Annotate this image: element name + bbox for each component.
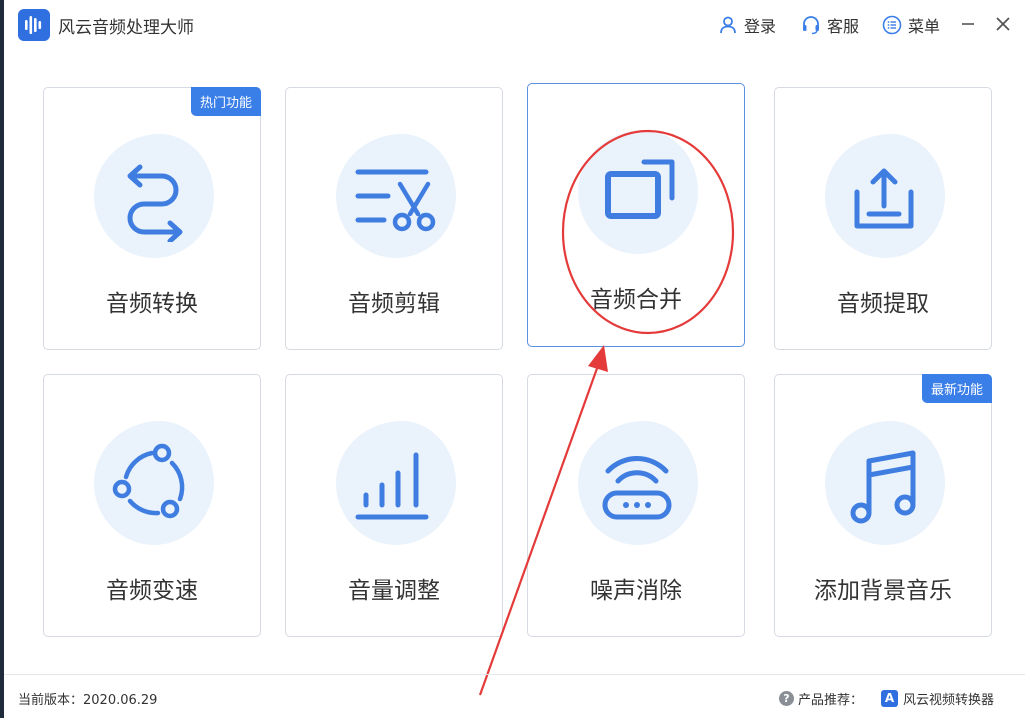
card-volume-adjust[interactable]: 音量调整 — [285, 374, 503, 637]
menu-label: 菜单 — [908, 17, 941, 36]
app-logo-icon — [18, 9, 50, 41]
card-noise-removal[interactable]: 噪声消除 — [527, 374, 745, 637]
card-add-bg-music[interactable]: 添加背景音乐 最新功能 — [774, 374, 992, 637]
close-icon — [996, 17, 1010, 31]
card-audio-extract[interactable]: 音频提取 — [774, 87, 992, 350]
minimize-button[interactable] — [956, 12, 980, 36]
card-label: 噪声消除 — [590, 578, 682, 604]
minimize-icon — [962, 23, 974, 25]
upload-tray-icon — [854, 168, 914, 229]
customer-service-button[interactable]: 客服 — [801, 13, 859, 37]
card-audio-cut[interactable]: 音频剪辑 — [285, 87, 503, 350]
title-bar: 风云音频处理大师 登录 客服 菜单 — [4, 0, 1025, 52]
user-icon — [720, 16, 736, 34]
new-feature-badge: 最新功能 — [921, 374, 992, 403]
footer-divider — [4, 674, 1025, 675]
menu-button[interactable]: 菜单 — [882, 13, 940, 37]
volume-bars-icon — [355, 452, 429, 520]
login-button[interactable]: 登录 — [718, 13, 776, 37]
recommend-product-name: 风云视频转换器 — [903, 693, 995, 708]
help-icon: ? — [779, 691, 794, 706]
card-label: 音频合并 — [590, 287, 682, 313]
card-label: 音频转换 — [106, 291, 198, 317]
card-label: 音频剪辑 — [348, 291, 440, 317]
recommend-label: 产品推荐： — [798, 693, 864, 708]
convert-arrows-icon — [127, 164, 183, 242]
headset-icon — [803, 16, 819, 35]
scissors-icon — [355, 169, 436, 232]
card-label: 音频变速 — [106, 578, 198, 604]
customer-service-label: 客服 — [827, 17, 860, 36]
app-title: 风云音频处理大师 — [58, 18, 194, 38]
card-audio-speed[interactable]: 音频变速 — [43, 374, 261, 637]
card-label: 音量调整 — [348, 578, 440, 604]
recommend-product-link[interactable]: A 风云视频转换器 — [881, 689, 994, 708]
merge-windows-icon — [605, 159, 675, 219]
annotation-arrowhead — [588, 345, 608, 372]
card-audio-convert[interactable]: 音频转换 热门功能 — [43, 87, 261, 350]
noise-router-icon — [602, 456, 672, 520]
left-window-edge — [0, 0, 4, 718]
card-label: 音频提取 — [837, 291, 929, 317]
music-note-icon — [850, 450, 916, 524]
video-converter-logo-icon: A — [881, 690, 899, 707]
version-text: 当前版本：2020.06.29 — [18, 693, 158, 708]
product-recommendation: ? 产品推荐： A 风云视频转换器 — [779, 689, 994, 708]
hot-feature-badge: 热门功能 — [190, 87, 261, 116]
card-audio-merge[interactable]: 音频合并 — [527, 83, 745, 347]
login-label: 登录 — [744, 17, 777, 36]
menu-list-icon — [882, 15, 902, 35]
card-label: 添加背景音乐 — [814, 578, 952, 604]
close-button[interactable] — [991, 12, 1015, 36]
speed-cycle-icon — [112, 443, 185, 519]
